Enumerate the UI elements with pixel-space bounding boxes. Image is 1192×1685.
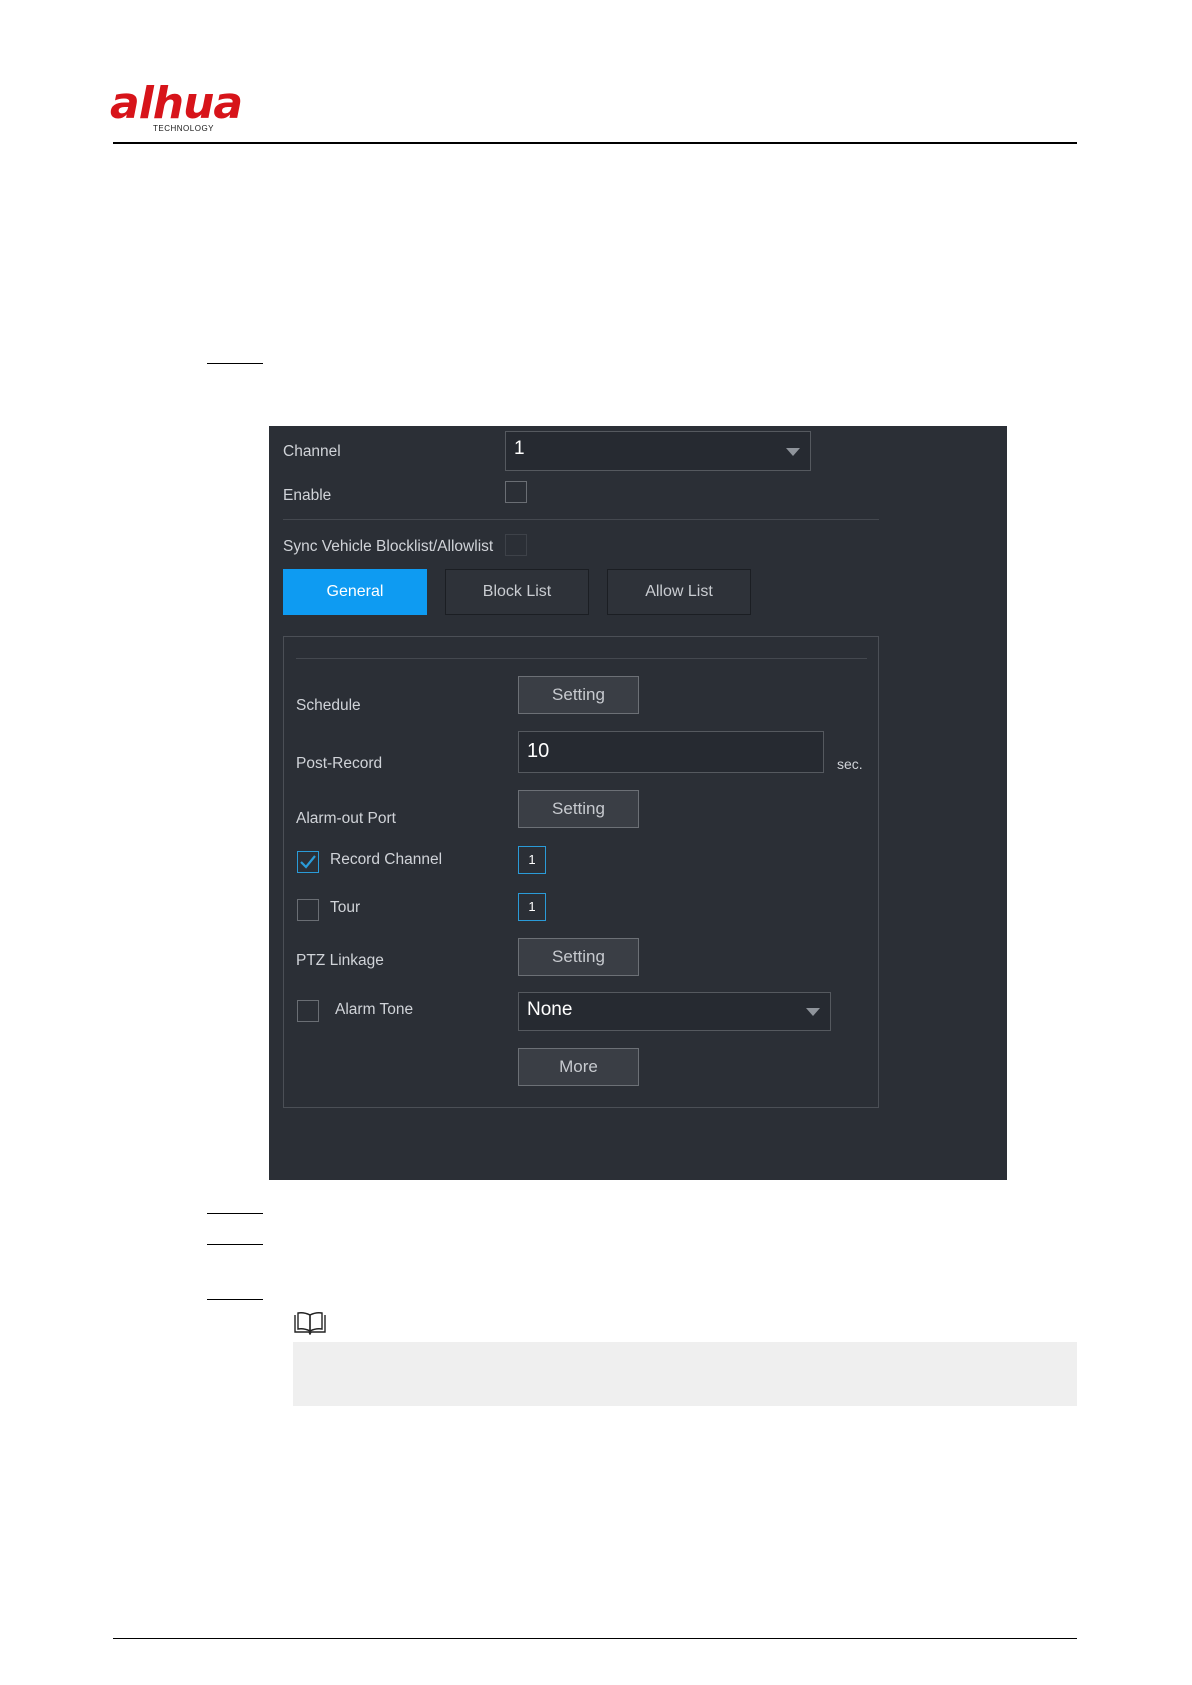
step-marker xyxy=(207,363,263,364)
record-channel-number[interactable]: 1 xyxy=(518,846,546,874)
logo-text: alhua xyxy=(110,78,243,129)
chevron-down-icon xyxy=(806,1008,820,1016)
alarm-tone-checkbox[interactable] xyxy=(297,1000,319,1022)
tour-number[interactable]: 1 xyxy=(518,893,546,921)
tab-block-list[interactable]: Block List xyxy=(445,569,589,615)
alarm-tone-value: None xyxy=(527,999,573,1020)
channel-label: Channel xyxy=(283,443,341,460)
footer-rule xyxy=(113,1638,1077,1639)
general-panel: Schedule Setting Post-Record 10 sec. Ala… xyxy=(283,636,879,1108)
enable-label: Enable xyxy=(283,487,332,504)
panel-divider xyxy=(296,658,867,659)
ptz-setting-button[interactable]: Setting xyxy=(518,938,639,976)
channel-value: 1 xyxy=(514,438,525,459)
schedule-label: Schedule xyxy=(296,697,361,714)
sync-checkbox[interactable] xyxy=(505,534,527,556)
note-book-icon xyxy=(293,1311,327,1340)
tour-checkbox[interactable] xyxy=(297,899,319,921)
tab-general[interactable]: General xyxy=(283,569,427,615)
enable-checkbox[interactable] xyxy=(505,481,527,503)
post-record-unit: sec. xyxy=(837,756,863,772)
post-record-label: Post-Record xyxy=(296,755,383,772)
post-record-input[interactable]: 10 xyxy=(518,731,824,773)
more-button[interactable]: More xyxy=(518,1048,639,1086)
step-marker xyxy=(207,1244,263,1245)
sync-label: Sync Vehicle Blocklist/Allowlist xyxy=(283,538,494,555)
channel-dropdown[interactable]: 1 xyxy=(505,431,811,471)
logo-subtitle: TECHNOLOGY xyxy=(153,124,215,133)
note-box xyxy=(293,1342,1077,1406)
schedule-setting-button[interactable]: Setting xyxy=(518,676,639,714)
check-icon xyxy=(300,855,316,869)
record-channel-checkbox[interactable] xyxy=(297,851,319,873)
alarm-out-label: Alarm-out Port xyxy=(296,810,396,827)
alarm-config-window: Channel 1 Enable Sync Vehicle Blocklist/… xyxy=(269,426,1007,1180)
step-marker xyxy=(207,1213,263,1214)
step-marker xyxy=(207,1299,263,1300)
alarm-out-setting-button[interactable]: Setting xyxy=(518,790,639,828)
post-record-value: 10 xyxy=(527,740,550,762)
chevron-down-icon xyxy=(786,448,800,456)
record-channel-label: Record Channel xyxy=(330,851,443,868)
ptz-linkage-label: PTZ Linkage xyxy=(296,952,384,969)
tour-label: Tour xyxy=(330,899,361,916)
alarm-tone-dropdown[interactable]: None xyxy=(518,992,831,1031)
alarm-tone-label: Alarm Tone xyxy=(335,1001,414,1018)
header-rule xyxy=(113,142,1077,144)
dahua-logo: alhua xyxy=(110,78,243,129)
divider xyxy=(283,519,879,520)
tab-allow-list[interactable]: Allow List xyxy=(607,569,751,615)
